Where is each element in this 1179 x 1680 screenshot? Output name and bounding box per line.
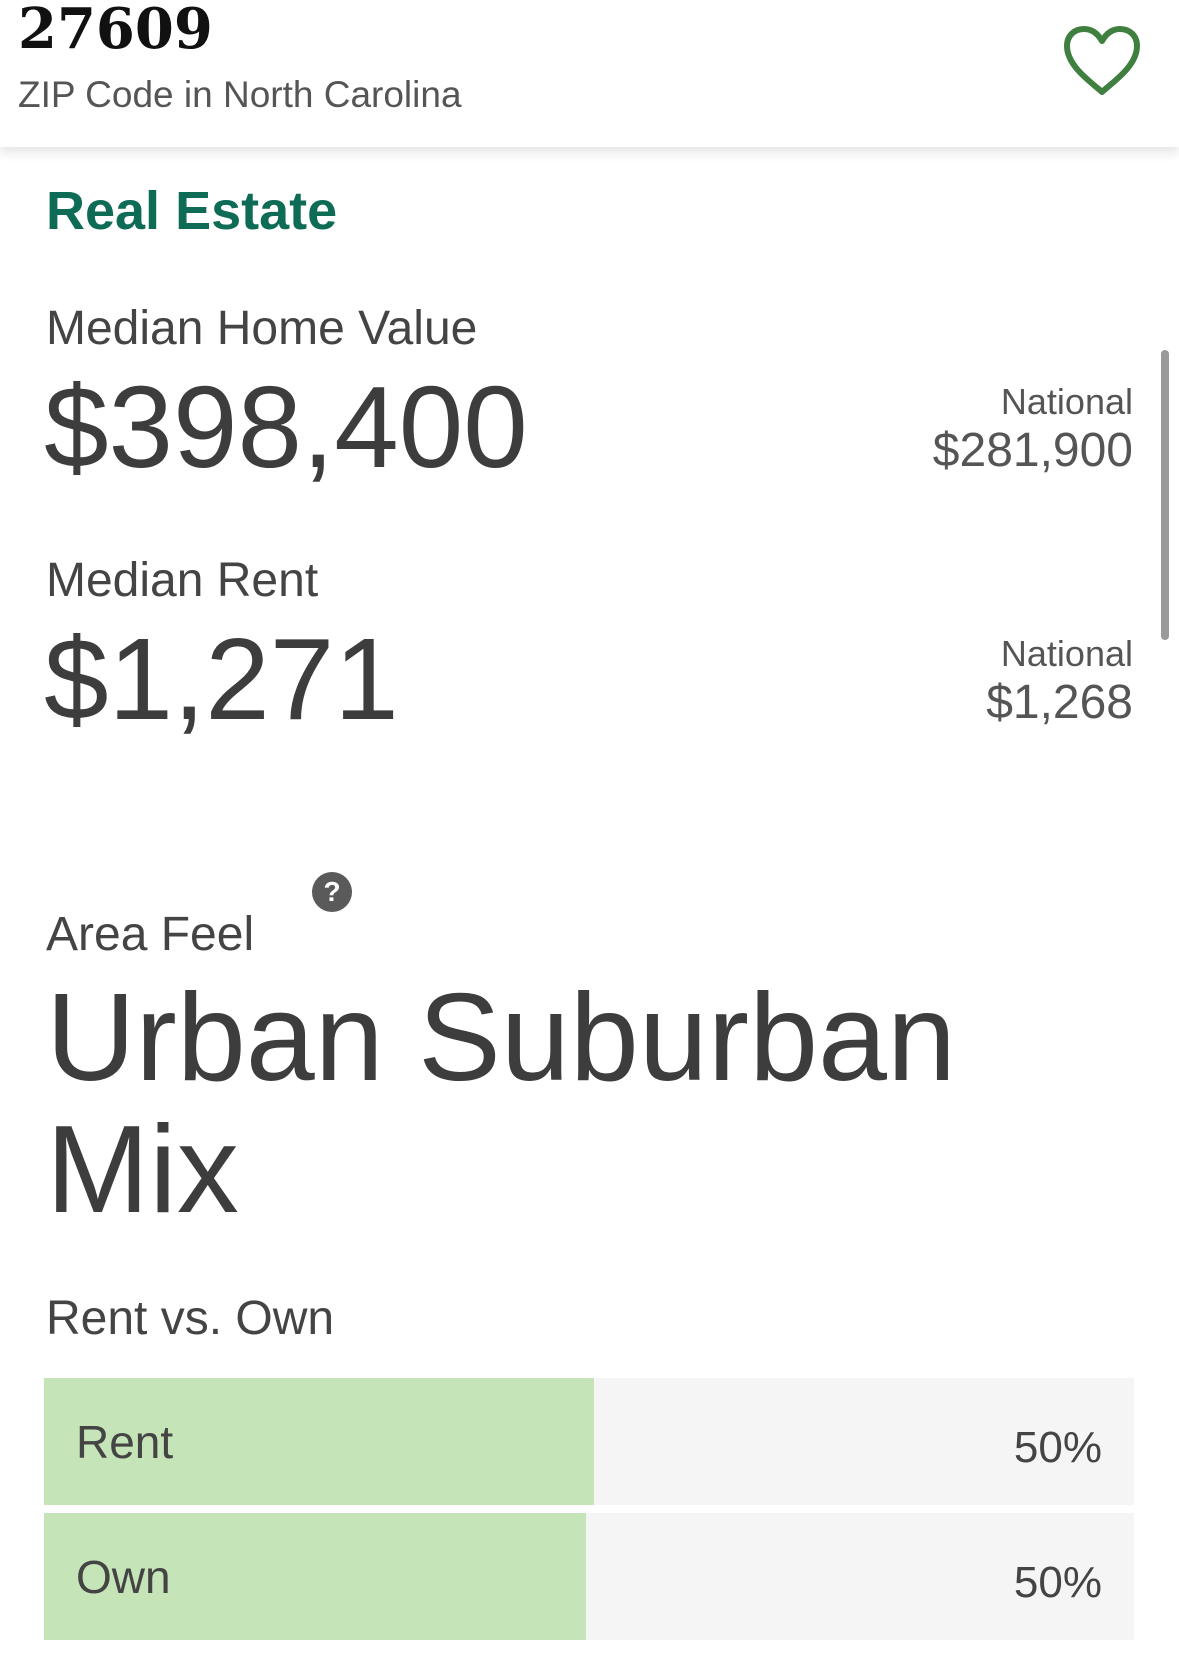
median-rent-value: $1,271 (44, 614, 399, 744)
question-circle-icon[interactable]: ? (312, 872, 352, 912)
page-header: 27609 ZIP Code in North Carolina (0, 0, 1179, 147)
scrollbar[interactable] (1161, 350, 1169, 640)
rent-bar-label: Rent (76, 1416, 174, 1468)
area-feel-label: Area Feel (46, 908, 255, 961)
own-bar-row: Own 50% (44, 1513, 1134, 1640)
own-bar-percent: 50% (1013, 1558, 1102, 1607)
rent-bar-percent: 50% (1013, 1423, 1102, 1472)
own-bar-label: Own (76, 1551, 171, 1603)
median-rent-label: Median Rent (46, 554, 319, 607)
national-home-value-label: National (1000, 381, 1133, 422)
national-home-value: $281,900 (932, 424, 1133, 477)
section-title-real-estate: Real Estate (46, 181, 338, 241)
national-rent-label: National (1000, 633, 1133, 674)
rent-vs-own-label: Rent vs. Own (46, 1292, 335, 1345)
area-feel-value: Urban Suburban Mix (46, 969, 956, 1239)
heart-outline-icon[interactable] (1061, 24, 1143, 98)
national-rent-value: $1,268 (986, 676, 1133, 729)
median-home-value: $398,400 (44, 362, 528, 492)
median-home-value-label: Median Home Value (46, 302, 478, 355)
zip-subtitle: ZIP Code in North Carolina (18, 74, 462, 115)
zip-title: 27609 (18, 0, 213, 62)
rent-bar-row: Rent 50% (44, 1378, 1134, 1505)
